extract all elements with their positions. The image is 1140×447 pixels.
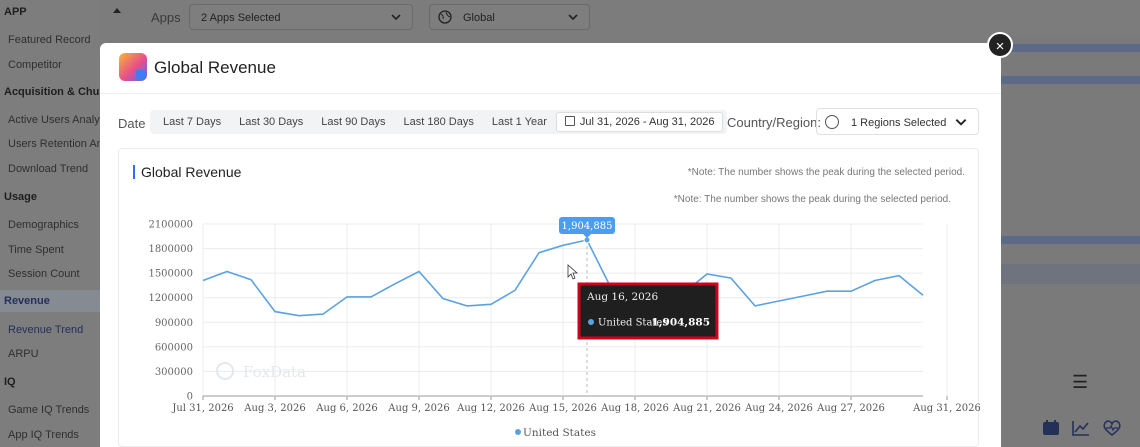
x-tick-label: Aug 21, 2026 bbox=[672, 403, 741, 414]
sidebar-item-demographics[interactable]: Demographics bbox=[8, 219, 79, 231]
globe-icon bbox=[438, 10, 452, 24]
apps-select[interactable]: 2 Apps Selected bbox=[189, 4, 413, 30]
sidebar-section-usage: Usage bbox=[4, 191, 38, 203]
apps-label: Apps bbox=[151, 10, 181, 25]
y-tick-label: 900000 bbox=[155, 318, 193, 329]
legend-dot bbox=[515, 429, 521, 435]
y-tick-label: 1800000 bbox=[148, 244, 193, 255]
range-last-180-days[interactable]: Last 180 Days bbox=[395, 116, 483, 128]
global-revenue-modal: Global Revenue Date Last 7 Days Last 30 … bbox=[100, 43, 1001, 447]
x-tick-label: Aug 27, 2026 bbox=[816, 403, 885, 414]
peak-label: 1,904,885 bbox=[562, 221, 613, 232]
sidebar-section-app: APP bbox=[4, 6, 27, 18]
sidebar-item-session-count[interactable]: Session Count bbox=[8, 268, 80, 280]
sidebar-item-active-users[interactable]: Active Users Analysis bbox=[8, 114, 100, 126]
sidebar-section-acquisition: Acquisition & Churn bbox=[4, 86, 100, 98]
sidebar: APP Featured Record Competitor Acquisiti… bbox=[0, 0, 100, 447]
tooltip-series-dot bbox=[588, 319, 594, 325]
peak-badge-pointer bbox=[583, 233, 591, 238]
modal-divider bbox=[100, 93, 1001, 94]
calendar-icon bbox=[564, 116, 575, 126]
sidebar-item-app-iq[interactable]: App IQ Trends bbox=[8, 429, 79, 441]
background-right-panel: ☰ bbox=[1000, 36, 1140, 447]
x-tick-label: Aug 3, 2026 bbox=[243, 403, 305, 414]
range-last-1-year[interactable]: Last 1 Year bbox=[483, 116, 556, 128]
date-range-group: Last 7 Days Last 30 Days Last 90 Days La… bbox=[150, 110, 728, 134]
menu-icon[interactable]: ☰ bbox=[1072, 372, 1088, 393]
y-tick-label: 0 bbox=[187, 392, 193, 403]
bg-stripe bbox=[1000, 236, 1140, 244]
line-chart-icon[interactable] bbox=[1072, 420, 1090, 436]
x-tick-label: Aug 18, 2026 bbox=[600, 403, 669, 414]
y-tick-label: 1500000 bbox=[148, 269, 193, 280]
range-last-7-days[interactable]: Last 7 Days bbox=[154, 116, 230, 128]
globe-icon bbox=[825, 115, 839, 129]
sidebar-item-revenue-trend[interactable]: Revenue Trend bbox=[8, 324, 83, 336]
y-tick-label: 300000 bbox=[155, 367, 193, 378]
legend-label[interactable]: United States bbox=[523, 427, 596, 439]
region-top-select[interactable]: Global bbox=[429, 4, 590, 30]
sidebar-item-competitor[interactable]: Competitor bbox=[8, 59, 62, 71]
range-last-30-days[interactable]: Last 30 Days bbox=[230, 116, 312, 128]
sidebar-item-users-retention[interactable]: Users Retention Analysis bbox=[8, 138, 100, 150]
chevron-down-icon bbox=[568, 14, 578, 21]
x-tick-label: Aug 15, 2026 bbox=[528, 403, 597, 414]
y-tick-label: 600000 bbox=[155, 342, 193, 353]
sidebar-section-iq: IQ bbox=[4, 376, 16, 388]
close-button[interactable]: × bbox=[987, 32, 1013, 58]
modal-title: Global Revenue bbox=[154, 58, 276, 77]
bg-stripe bbox=[1000, 76, 1140, 84]
bg-stripe bbox=[1000, 44, 1140, 52]
sidebar-section-revenue[interactable]: Revenue bbox=[4, 295, 50, 307]
sidebar-item-time-spent[interactable]: Time Spent bbox=[8, 244, 64, 256]
revenue-line-chart[interactable]: 0 300000 600000 900000 1200000 1500000 1800000… bbox=[119, 149, 980, 447]
calendar-icon[interactable] bbox=[1042, 420, 1060, 436]
app-icon bbox=[119, 53, 147, 81]
chevron-down-icon bbox=[955, 119, 967, 126]
sidebar-item-featured-record[interactable]: Featured Record bbox=[8, 34, 91, 46]
watermark-text: FoxData bbox=[243, 363, 306, 381]
chart-card: Global Revenue *Note: The number shows t… bbox=[118, 148, 980, 447]
chevron-down-icon bbox=[391, 14, 401, 21]
mouse-cursor bbox=[567, 264, 579, 280]
x-tick-label: Aug 9, 2026 bbox=[387, 403, 449, 414]
bg-stripe bbox=[1000, 264, 1140, 284]
apps-select-value: 2 Apps Selected bbox=[201, 12, 281, 24]
x-tick-label: Aug 24, 2026 bbox=[744, 403, 813, 414]
x-tick-label: Aug 6, 2026 bbox=[315, 403, 377, 414]
x-tick-label: Aug 31, 2026 bbox=[912, 403, 980, 414]
heart-pulse-icon[interactable] bbox=[1102, 420, 1122, 436]
range-last-90-days[interactable]: Last 90 Days bbox=[312, 116, 394, 128]
y-tick-label: 1200000 bbox=[148, 293, 193, 304]
sidebar-item-arpu[interactable]: ARPU bbox=[8, 348, 39, 360]
top-filter-bar: Apps 2 Apps Selected Global bbox=[100, 0, 1140, 36]
tooltip-date: Aug 16, 2026 bbox=[586, 291, 658, 303]
region-select-value: 1 Regions Selected bbox=[851, 117, 947, 129]
date-label: Date bbox=[118, 116, 146, 131]
x-tick-label: Aug 12, 2026 bbox=[456, 403, 525, 414]
country-region-label: Country/Region: bbox=[727, 115, 821, 130]
y-tick-label: 2100000 bbox=[148, 220, 193, 231]
sidebar-item-game-iq[interactable]: Game IQ Trends bbox=[8, 404, 89, 416]
x-tick-label: Jul 31, 2026 bbox=[171, 403, 233, 414]
custom-date-range[interactable]: Jul 31, 2026 - Aug 31, 2026 bbox=[555, 112, 724, 132]
tooltip-value: 1,904,885 bbox=[652, 317, 710, 329]
custom-date-range-value: Jul 31, 2026 - Aug 31, 2026 bbox=[579, 116, 715, 128]
region-select[interactable]: 1 Regions Selected bbox=[816, 108, 979, 135]
sidebar-item-download-trend[interactable]: Download Trend bbox=[8, 163, 88, 175]
